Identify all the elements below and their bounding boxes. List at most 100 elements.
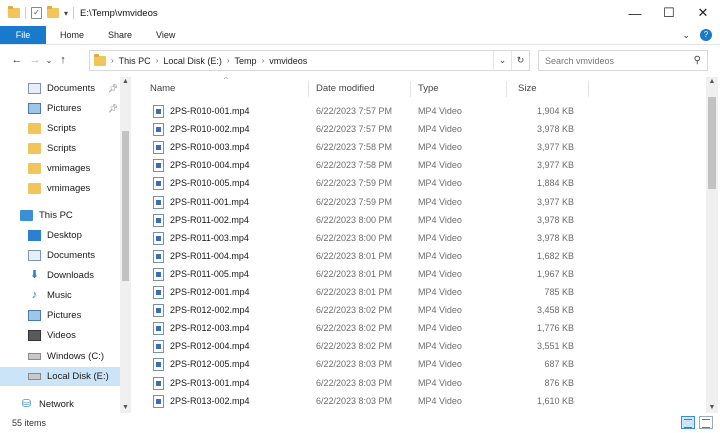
sidebar-item-videos[interactable]: Videos bbox=[0, 326, 120, 345]
chevron-down-icon[interactable]: ▾ bbox=[64, 9, 68, 18]
sidebar-item-pictures-pinned[interactable]: Pictures 📌︎ bbox=[0, 99, 120, 118]
file-row[interactable]: 2PS-R010-004.mp4 6/22/2023 7:58 PM MP4 Vid… bbox=[150, 157, 590, 175]
sidebar-item-pictures[interactable]: Pictures bbox=[0, 306, 120, 325]
breadcrumb-vmvideos[interactable]: vmvideos bbox=[269, 56, 307, 66]
file-size: 876 KB bbox=[544, 377, 574, 388]
sidebar-item-scripts[interactable]: Scripts bbox=[0, 119, 120, 138]
minimize-button[interactable]: — bbox=[618, 0, 652, 26]
expand-ribbon-icon[interactable]: ⌄ bbox=[682, 30, 690, 41]
chevron-right-icon[interactable]: › bbox=[111, 56, 114, 65]
file-name: 2PS-R012-005.mp4 bbox=[170, 359, 250, 370]
file-date-modified: 6/22/2023 7:59 PM bbox=[316, 178, 393, 189]
file-date-modified: 6/22/2023 8:03 PM bbox=[316, 395, 393, 406]
tab-view[interactable]: View bbox=[144, 26, 187, 44]
sidebar-item-documents-pinned[interactable]: Documents 📌︎ bbox=[0, 79, 120, 98]
file-row[interactable]: 2PS-R012-003.mp4 6/22/2023 8:02 PM MP4 Vid… bbox=[150, 320, 590, 338]
column-header-type[interactable]: Type bbox=[418, 83, 439, 94]
search-input[interactable]: Search vmvideos ⚲ bbox=[538, 50, 708, 71]
sidebar-item-windows-c[interactable]: Windows (C:) bbox=[0, 347, 120, 366]
chevron-right-icon[interactable]: › bbox=[156, 56, 159, 65]
file-list-scrollbar[interactable]: ▲ ▼ bbox=[706, 77, 718, 413]
sidebar-item-label: Documents bbox=[47, 83, 96, 94]
videos-icon bbox=[28, 330, 41, 341]
file-row[interactable]: 2PS-R012-002.mp4 6/22/2023 8:02 PM MP4 Vid… bbox=[150, 302, 590, 320]
file-row[interactable]: 2PS-R010-005.mp4 6/22/2023 7:59 PM MP4 Vid… bbox=[150, 175, 590, 193]
column-divider[interactable] bbox=[506, 81, 507, 97]
sidebar-item-this-pc[interactable]: This PC bbox=[0, 206, 120, 225]
pc-icon bbox=[20, 210, 33, 221]
scroll-up-icon[interactable]: ▲ bbox=[706, 78, 718, 85]
column-header-name[interactable]: Name bbox=[150, 83, 175, 94]
back-button[interactable]: ← bbox=[8, 54, 26, 66]
sidebar-item-scripts[interactable]: Scripts bbox=[0, 139, 120, 158]
file-date-modified: 6/22/2023 8:02 PM bbox=[316, 323, 393, 334]
column-header-date-modified[interactable]: Date modified bbox=[316, 83, 375, 94]
sidebar-item-local-disk-e[interactable]: Local Disk (E:) bbox=[0, 367, 120, 386]
file-date-modified: 6/22/2023 8:03 PM bbox=[316, 359, 393, 370]
file-row[interactable]: 2PS-R011-003.mp4 6/22/2023 8:00 PM MP4 Vid… bbox=[150, 230, 590, 248]
file-row[interactable]: 2PS-R013-002.mp4 6/22/2023 8:03 PM MP4 Vid… bbox=[150, 393, 590, 411]
file-row[interactable]: 2PS-R012-001.mp4 6/22/2023 8:01 PM MP4 Vid… bbox=[150, 284, 590, 302]
file-row[interactable]: 2PS-R013-001.mp4 6/22/2023 8:03 PM MP4 Vid… bbox=[150, 375, 590, 393]
address-bar[interactable]: › This PC › Local Disk (E:) › Temp › vmv… bbox=[89, 50, 530, 71]
scroll-up-icon[interactable]: ▲ bbox=[120, 78, 131, 85]
sidebar-item-music[interactable]: ♪ Music bbox=[0, 286, 120, 305]
sidebar-item-documents[interactable]: Documents bbox=[0, 246, 120, 265]
tab-file[interactable]: File bbox=[0, 26, 46, 44]
column-divider[interactable] bbox=[588, 81, 589, 97]
file-list: ^ Name Date modified Type Size 2PS-R010-… bbox=[140, 77, 706, 413]
details-view-button[interactable] bbox=[681, 416, 695, 429]
breadcrumb-local-disk[interactable]: Local Disk (E:) bbox=[163, 56, 222, 66]
video-file-icon bbox=[153, 141, 164, 155]
quick-access-toolbar: ✓ ▾ bbox=[8, 6, 75, 19]
large-icons-view-button[interactable] bbox=[699, 416, 713, 429]
chevron-right-icon[interactable]: › bbox=[262, 56, 265, 65]
file-name: 2PS-R011-001.mp4 bbox=[170, 196, 249, 207]
up-button[interactable]: ↑ bbox=[54, 54, 72, 66]
video-file-icon bbox=[153, 177, 164, 191]
address-dropdown-icon[interactable]: ⌄ bbox=[493, 51, 511, 70]
scroll-down-icon[interactable]: ▼ bbox=[706, 404, 718, 411]
file-date-modified: 6/22/2023 7:57 PM bbox=[316, 106, 393, 116]
column-header-size[interactable]: Size bbox=[518, 83, 536, 94]
music-icon: ♪ bbox=[31, 289, 38, 301]
file-row[interactable]: 2PS-R010-003.mp4 6/22/2023 7:58 PM MP4 Vid… bbox=[150, 139, 590, 157]
scroll-down-icon[interactable]: ▼ bbox=[120, 404, 131, 411]
chevron-right-icon[interactable]: › bbox=[227, 56, 230, 65]
file-row[interactable]: 2PS-R010-002.mp4 6/22/2023 7:57 PM MP4 Vid… bbox=[150, 121, 590, 139]
scrollbar-thumb[interactable] bbox=[708, 97, 716, 189]
sidebar-item-desktop[interactable]: Desktop bbox=[0, 226, 120, 245]
search-icon[interactable]: ⚲ bbox=[694, 55, 701, 66]
tab-home[interactable]: Home bbox=[48, 26, 96, 44]
close-button[interactable]: ✕ bbox=[686, 0, 720, 26]
file-row[interactable]: 2PS-R011-002.mp4 6/22/2023 8:00 PM MP4 Vid… bbox=[150, 212, 590, 230]
tab-share[interactable]: Share bbox=[96, 26, 144, 44]
downloads-icon: ⬇ bbox=[29, 269, 40, 281]
sidebar-item-vmimages[interactable]: vmimages bbox=[0, 179, 120, 198]
file-row[interactable]: 2PS-R011-001.mp4 6/22/2023 7:59 PM MP4 Vid… bbox=[150, 194, 590, 212]
breadcrumb-temp[interactable]: Temp bbox=[235, 56, 257, 66]
sidebar-item-network[interactable]: ⛁ Network bbox=[0, 395, 120, 413]
help-icon[interactable]: ? bbox=[700, 29, 712, 41]
properties-icon[interactable]: ✓ bbox=[31, 7, 42, 19]
sidebar-item-downloads[interactable]: ⬇ Downloads bbox=[0, 266, 120, 285]
column-divider[interactable] bbox=[308, 81, 309, 97]
refresh-icon[interactable]: ↻ bbox=[511, 51, 529, 70]
sidebar-item-label: Music bbox=[47, 290, 72, 301]
column-divider[interactable] bbox=[410, 81, 411, 97]
recent-locations-icon[interactable]: ⌄ bbox=[44, 56, 54, 65]
scrollbar-thumb[interactable] bbox=[122, 131, 129, 281]
file-date-modified: 6/22/2023 7:59 PM bbox=[316, 196, 393, 207]
file-date-modified: 6/22/2023 8:01 PM bbox=[316, 287, 393, 297]
sidebar-item-vmimages[interactable]: vmimages bbox=[0, 159, 120, 178]
breadcrumb-this-pc[interactable]: This PC bbox=[119, 56, 151, 66]
file-row[interactable]: 2PS-R012-004.mp4 6/22/2023 8:02 PM MP4 Vid… bbox=[150, 338, 590, 356]
file-row[interactable]: 2PS-R012-005.mp4 6/22/2023 8:03 PM MP4 Vid… bbox=[150, 356, 590, 374]
maximize-button[interactable]: ☐ bbox=[652, 0, 686, 26]
file-row[interactable]: 2PS-R011-004.mp4 6/22/2023 8:01 PM MP4 Vid… bbox=[150, 248, 590, 266]
navigation-pane-scrollbar[interactable]: ▲ ▼ bbox=[120, 77, 131, 413]
forward-button[interactable]: → bbox=[26, 54, 44, 66]
new-folder-icon[interactable] bbox=[47, 6, 59, 18]
file-row[interactable]: 2PS-R010-001.mp4 6/22/2023 7:57 PM MP4 Vid… bbox=[150, 103, 590, 121]
file-row[interactable]: 2PS-R011-005.mp4 6/22/2023 8:01 PM MP4 Vid… bbox=[150, 266, 590, 284]
